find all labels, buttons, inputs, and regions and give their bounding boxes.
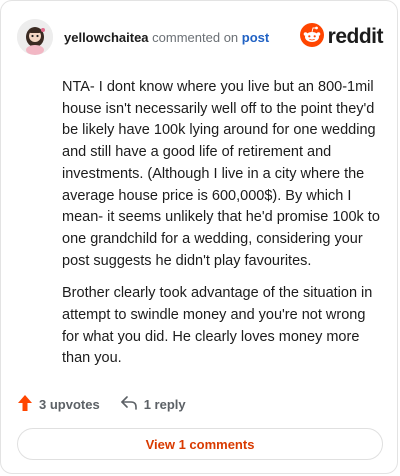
- comment-paragraph: Brother clearly took advantage of the si…: [62, 285, 373, 367]
- post-link[interactable]: post: [242, 30, 269, 45]
- avatar[interactable]: [17, 19, 53, 55]
- upvote-button[interactable]: 3 upvotes: [17, 394, 100, 415]
- byline: yellowchaitea commented on post: [64, 30, 269, 45]
- comment-footer: 3 upvotes 1 reply: [17, 391, 381, 417]
- reply-button[interactable]: 1 reply: [120, 395, 186, 414]
- upvote-count: 3 upvotes: [39, 396, 100, 412]
- reply-count: 1 reply: [143, 396, 186, 412]
- reddit-logo[interactable]: reddit: [299, 22, 384, 52]
- upvote-arrow-icon: [17, 394, 33, 415]
- reply-arrow-icon: [120, 395, 138, 414]
- byline-action: commented on: [152, 29, 239, 45]
- comment-card: yellowchaitea commented on post reddit N…: [0, 0, 398, 474]
- reddit-snoo-icon: [299, 22, 324, 52]
- comment-paragraph: NTA- I dont know where you live but an 8…: [62, 79, 380, 269]
- comment-header: yellowchaitea commented on post reddit: [17, 17, 384, 57]
- comment-body: NTA- I dont know where you live but an 8…: [62, 77, 384, 381]
- view-comments-button[interactable]: View 1 comments: [17, 428, 383, 460]
- reddit-wordmark: reddit: [327, 25, 384, 48]
- username-link[interactable]: yellowchaitea: [64, 30, 149, 45]
